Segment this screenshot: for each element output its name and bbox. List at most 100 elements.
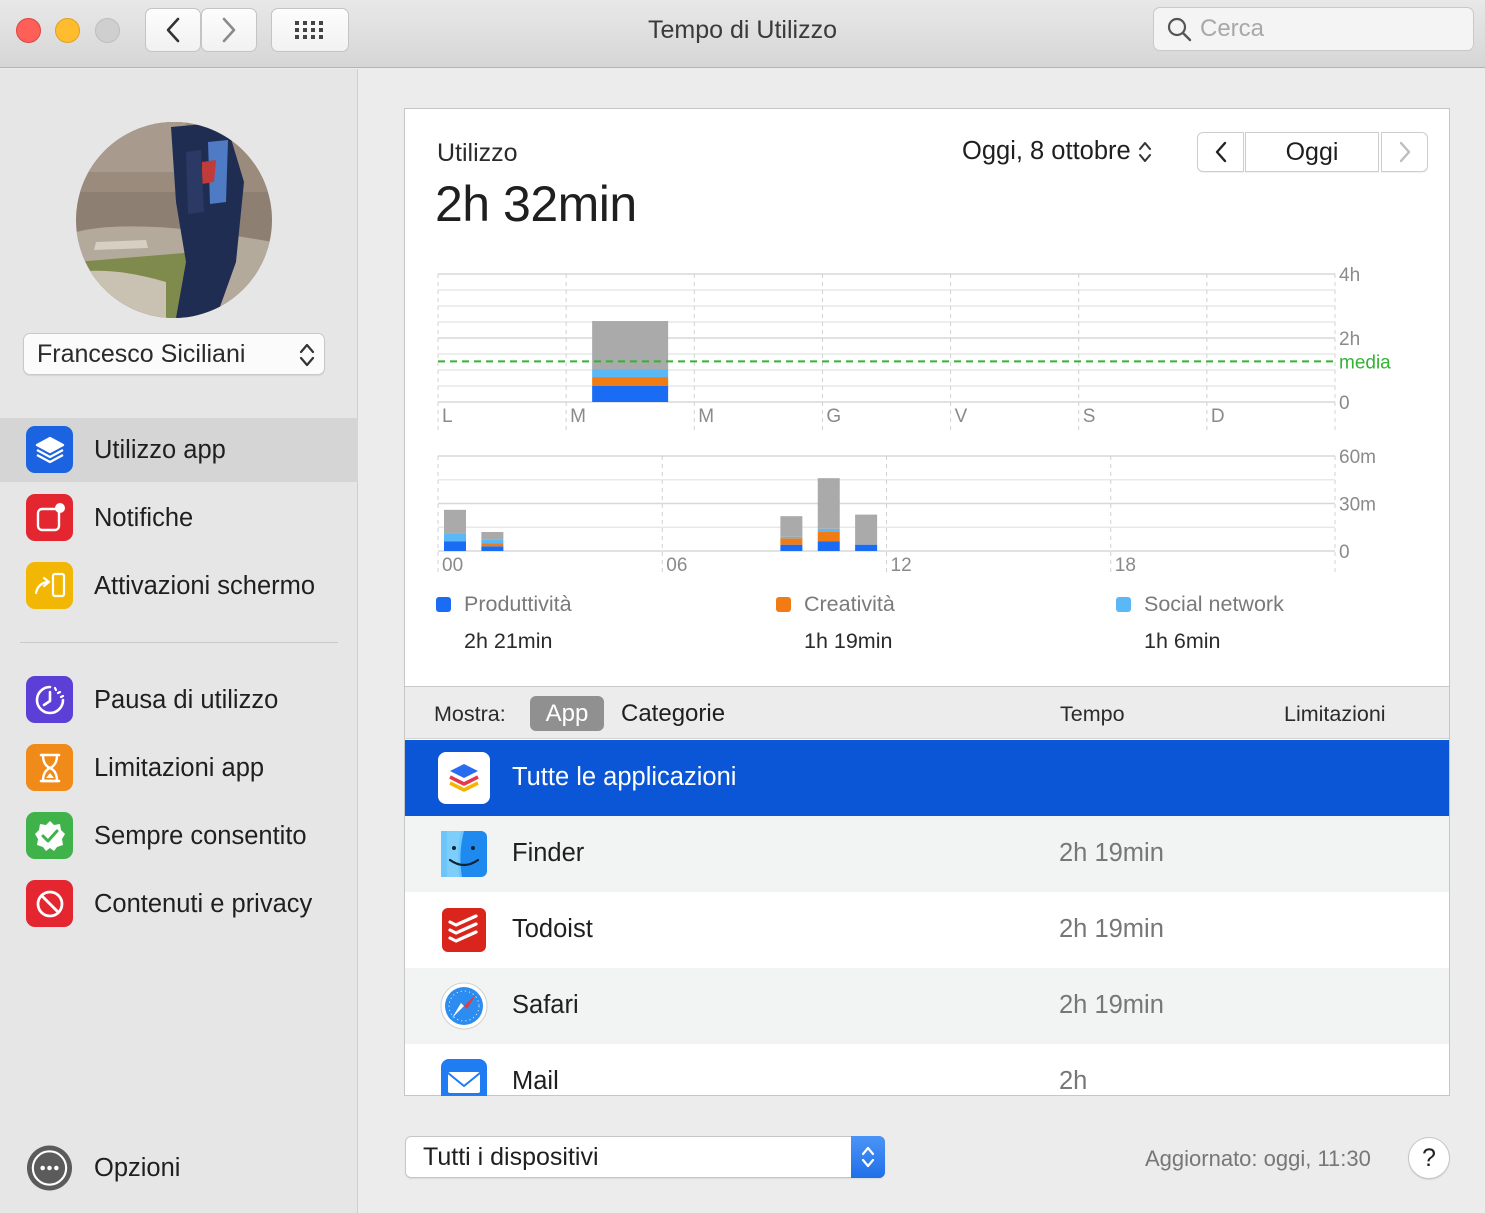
finder-icon bbox=[438, 828, 490, 880]
date-label: Oggi, 8 ottobre bbox=[962, 137, 1131, 165]
legend-time: 1h 19min bbox=[804, 629, 893, 653]
sidebar-item-label: Attivazioni schermo bbox=[94, 571, 316, 600]
x-tick-label: L bbox=[442, 406, 453, 427]
y-tick-label: 60m bbox=[1339, 447, 1376, 468]
previous-day-button[interactable] bbox=[1197, 132, 1244, 172]
user-name: Francesco Siciliani bbox=[37, 339, 246, 368]
date-selector[interactable]: Oggi, 8 ottobre bbox=[962, 137, 1153, 166]
chart-bar-segment bbox=[817, 478, 840, 529]
app-time: 2h 19min bbox=[1059, 991, 1164, 1019]
legend-swatch bbox=[436, 597, 451, 612]
x-tick-label: 00 bbox=[442, 555, 463, 576]
list-item-todoist[interactable]: Todoist 2h 19min bbox=[405, 892, 1449, 968]
list-item-safari[interactable]: Safari 2h 19min bbox=[405, 968, 1449, 1044]
next-day-button[interactable] bbox=[1381, 132, 1428, 172]
chart-bar-segment bbox=[481, 539, 504, 544]
layers-icon bbox=[26, 426, 73, 473]
x-tick-label: S bbox=[1083, 406, 1096, 427]
legend-time: 1h 6min bbox=[1144, 629, 1221, 653]
chart-bar-segment bbox=[817, 532, 840, 542]
select-stepper[interactable] bbox=[851, 1136, 885, 1178]
legend-name: Produttività bbox=[464, 592, 572, 616]
chart-bar-segment bbox=[855, 514, 878, 545]
chart-bar-segment bbox=[592, 369, 669, 378]
usage-label: Utilizzo bbox=[437, 139, 518, 167]
search-field[interactable] bbox=[1153, 7, 1474, 51]
y-tick-label: 2h bbox=[1339, 329, 1360, 350]
x-tick-label: M bbox=[570, 406, 586, 427]
updown-chevron-icon bbox=[1138, 141, 1151, 162]
column-limits[interactable]: Limitazioni bbox=[1284, 702, 1386, 727]
segment-app[interactable]: App bbox=[530, 696, 604, 731]
chart-bar-segment bbox=[481, 543, 504, 547]
app-name: Finder bbox=[512, 839, 585, 867]
devices-select[interactable]: Tutti i dispositivi bbox=[405, 1136, 885, 1178]
title-bar: Tempo di Utilizzo bbox=[0, 0, 1485, 68]
pickup-arrow-icon bbox=[26, 562, 73, 609]
chart-bar-segment bbox=[780, 538, 803, 545]
list-item-finder[interactable]: Finder 2h 19min bbox=[405, 816, 1449, 892]
mail-icon bbox=[438, 1056, 490, 1096]
chevron-right-icon bbox=[1399, 141, 1410, 163]
sidebar-item-label: Sempre consentito bbox=[94, 821, 307, 850]
search-icon bbox=[1167, 17, 1192, 42]
app-time: 2h 19min bbox=[1059, 839, 1164, 867]
last-updated: Aggiornato: oggi, 11:30 bbox=[1145, 1146, 1371, 1171]
list-header: Mostra: App Categorie Tempo Limitazioni bbox=[405, 686, 1449, 739]
chart-bar-segment bbox=[780, 536, 803, 539]
today-button[interactable]: Oggi bbox=[1245, 132, 1379, 172]
x-tick-label: V bbox=[955, 406, 968, 427]
sidebar-item-pickups[interactable]: Attivazioni schermo bbox=[0, 554, 358, 618]
app-time: 2h 19min bbox=[1059, 915, 1164, 943]
sidebar-item-notifications[interactable]: Notifiche bbox=[0, 486, 358, 550]
app-name: Tutte le applicazioni bbox=[512, 763, 737, 791]
legend-name: Creatività bbox=[804, 592, 895, 616]
sidebar-item-downtime[interactable]: Pausa di utilizzo bbox=[0, 668, 358, 732]
chart-bar-segment bbox=[817, 528, 840, 532]
list-item-all-apps[interactable]: Tutte le applicazioni bbox=[405, 740, 1449, 816]
more-options-icon bbox=[26, 1144, 73, 1191]
all-apps-icon bbox=[438, 752, 490, 804]
sidebar-item-content-privacy[interactable]: Contenuti e privacy bbox=[0, 872, 358, 936]
downtime-clock-icon bbox=[26, 676, 73, 723]
list-item-mail[interactable]: Mail 2h bbox=[405, 1044, 1449, 1096]
usage-total: 2h 32min bbox=[435, 176, 637, 232]
sidebar-divider bbox=[20, 642, 338, 643]
chart-bar-segment bbox=[481, 546, 504, 551]
user-select[interactable]: Francesco Siciliani bbox=[23, 333, 325, 375]
app-name: Mail bbox=[512, 1067, 559, 1095]
chart-bar-segment bbox=[444, 509, 466, 534]
sidebar-item-label: Limitazioni app bbox=[94, 753, 265, 782]
column-time[interactable]: Tempo bbox=[1060, 702, 1125, 727]
sidebar-item-app-usage[interactable]: Utilizzo app bbox=[0, 418, 358, 482]
x-tick-label: 06 bbox=[666, 555, 687, 576]
sidebar-item-label: Pausa di utilizzo bbox=[94, 685, 279, 714]
y-tick-label: 30m bbox=[1339, 495, 1376, 516]
notification-badge-icon bbox=[26, 494, 73, 541]
chart-bar-segment bbox=[444, 533, 466, 542]
chevron-left-icon bbox=[1215, 141, 1226, 163]
help-button[interactable]: ? bbox=[1408, 1137, 1450, 1179]
app-name: Todoist bbox=[512, 915, 593, 943]
today-button-label: Oggi bbox=[1285, 137, 1339, 166]
weekly-usage-chart: L M M G V S D 4h 2h 0 media bbox=[437, 265, 1391, 432]
segment-categories[interactable]: Categorie bbox=[621, 700, 725, 728]
chart-bar-segment bbox=[592, 377, 669, 386]
devices-value: Tutti i dispositivi bbox=[423, 1143, 599, 1171]
todoist-icon bbox=[438, 904, 490, 956]
sidebar-item-app-limits[interactable]: Limitazioni app bbox=[0, 736, 358, 800]
hourglass-icon bbox=[26, 744, 73, 791]
sidebar-item-label: Utilizzo app bbox=[94, 435, 226, 464]
search-input[interactable] bbox=[1200, 15, 1460, 43]
chart-bar-segment bbox=[444, 541, 466, 551]
avatar[interactable] bbox=[76, 122, 272, 318]
x-tick-label: D bbox=[1211, 406, 1225, 427]
updown-chevron-icon bbox=[861, 1146, 875, 1168]
hourly-usage-chart: 00 06 12 18 60m 30m 0 bbox=[437, 447, 1376, 576]
checkmark-seal-icon bbox=[26, 812, 73, 859]
x-tick-label: 12 bbox=[891, 555, 912, 576]
sidebar-item-always-allowed[interactable]: Sempre consentito bbox=[0, 804, 358, 868]
sidebar: Francesco Siciliani Utilizzo app Notific… bbox=[0, 69, 358, 1213]
sidebar-item-options[interactable]: Opzioni bbox=[0, 1136, 358, 1200]
x-tick-label: M bbox=[698, 406, 714, 427]
